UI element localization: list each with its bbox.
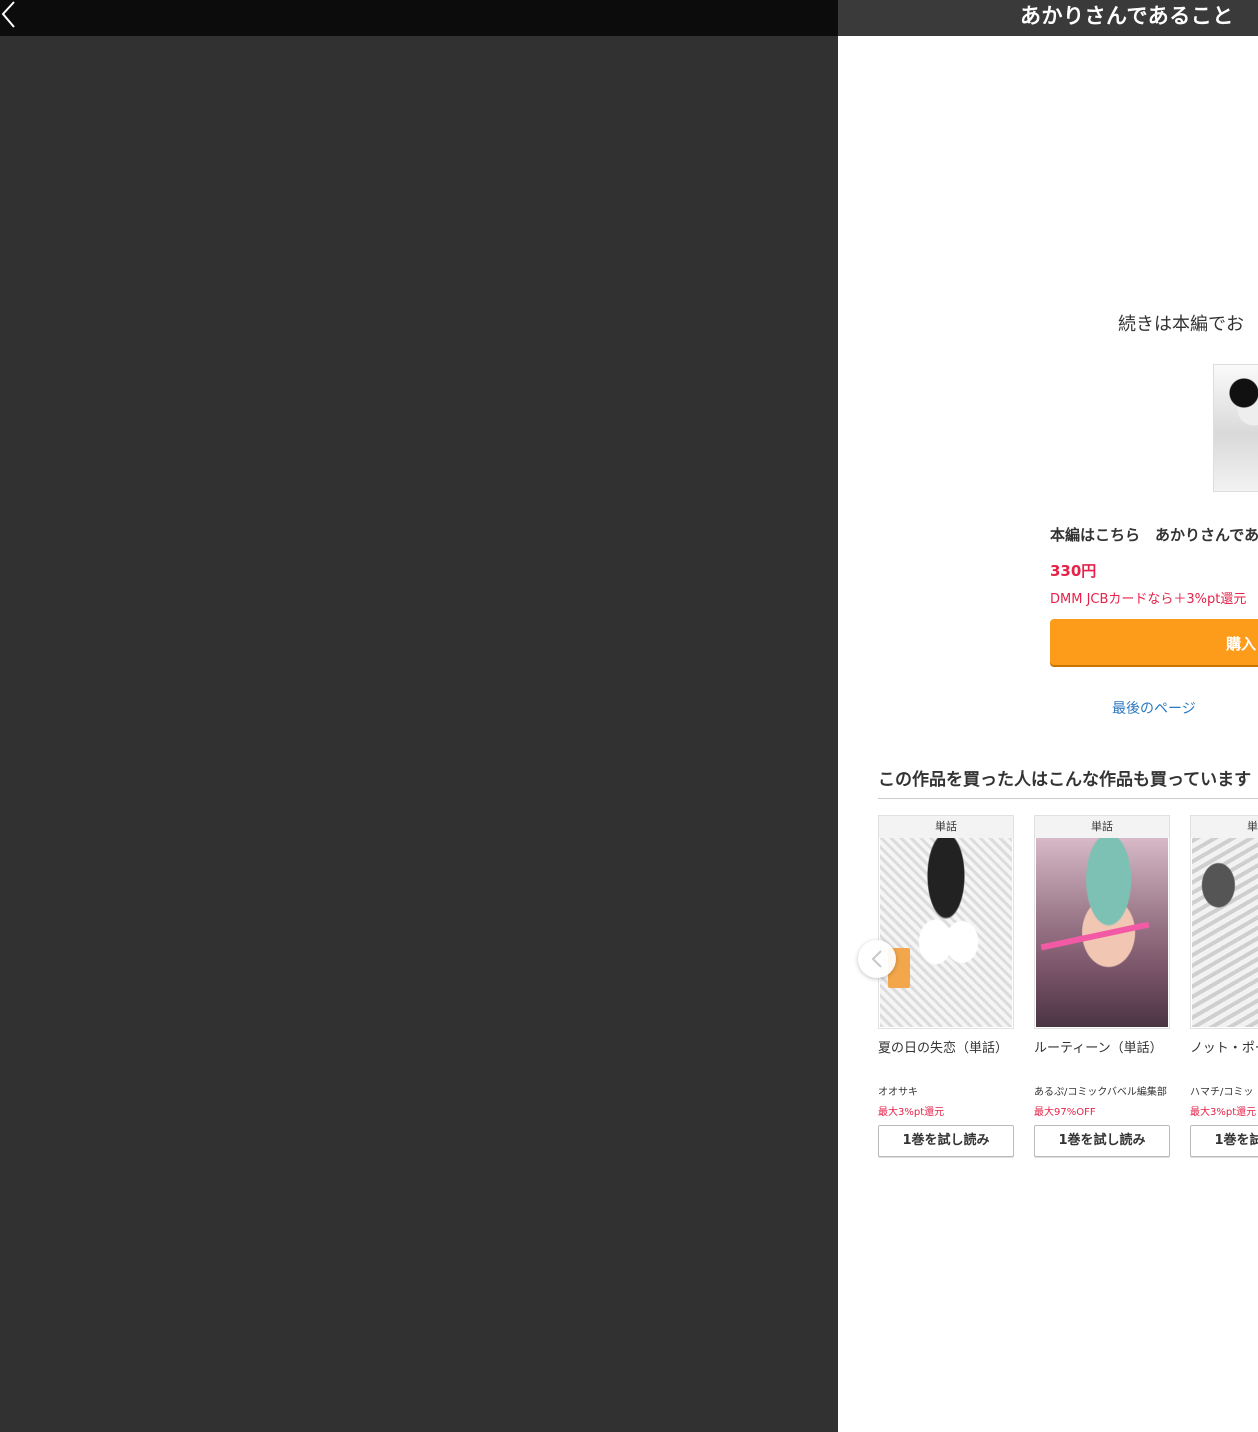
cover-art xyxy=(1036,838,1168,1027)
back-button[interactable] xyxy=(0,0,22,32)
trial-read-button[interactable]: 1巻を試し読み xyxy=(1190,1125,1258,1157)
book-title: あかりさんであること xyxy=(1020,4,1234,28)
end-of-preview-panel: あかりさんであること 続きは本編でお 本編はこちら あかりさんであ 330円 D… xyxy=(838,0,1258,1432)
chevron-left-icon xyxy=(871,950,882,968)
card-badge: 単話 xyxy=(1035,816,1169,838)
panel-header: あかりさんであること xyxy=(838,0,1258,36)
card-title[interactable]: ノット・ポーツ・ガー xyxy=(1190,1039,1258,1077)
main-edition-label[interactable]: 本編はこちら あかりさんであ xyxy=(1050,524,1258,545)
buy-button-label: 購入 xyxy=(1226,635,1257,653)
recommendation-card: 単話 ルーティーン（単話） あるぷ/コミックバベル編集部 最大97%OFF 1巻… xyxy=(1034,815,1170,1160)
card-offer: 最大97%OFF xyxy=(1034,1107,1096,1118)
point-reward-note: DMM JCBカードなら＋3%pt還元 xyxy=(1050,592,1247,607)
section-divider xyxy=(878,798,1258,799)
card-offer: 最大3%pt還元 xyxy=(878,1107,945,1118)
chevron-left-icon xyxy=(1,1,15,28)
price: 330円 xyxy=(1050,562,1097,580)
last-page-link[interactable]: 最後のページ xyxy=(1112,698,1196,718)
card-author: ハマチ/コミッ xyxy=(1190,1087,1254,1098)
viewer-toolbar xyxy=(0,0,838,36)
continue-message: 続きは本編でお xyxy=(1118,314,1244,335)
trial-read-button[interactable]: 1巻を試し読み xyxy=(878,1125,1014,1157)
card-author: あるぷ/コミックバベル編集部 xyxy=(1034,1087,1167,1098)
card-badge: 単話 xyxy=(879,816,1013,838)
card-cover[interactable]: 単話 xyxy=(1034,815,1170,1029)
buy-button[interactable]: 購入 xyxy=(1050,619,1258,665)
card-author: オオサキ xyxy=(878,1087,918,1098)
trial-read-button[interactable]: 1巻を試し読み xyxy=(1034,1125,1170,1157)
recommendation-section-title: この作品を買った人はこんな作品も買っています xyxy=(878,770,1252,790)
carousel-prev-button[interactable] xyxy=(858,940,896,978)
cover-art xyxy=(880,838,1012,1027)
cover-art xyxy=(1192,838,1258,1027)
card-offer: 最大3%pt還元 xyxy=(1190,1107,1257,1118)
recommendation-card: 単話 夏の日の失恋（単話） オオサキ 最大3%pt還元 1巻を試し読み xyxy=(878,815,1014,1160)
recommendation-card: 単話 ノット・ポーツ・ガー ハマチ/コミッ 最大3%pt還元 1巻を試し読み xyxy=(1190,815,1258,1160)
card-cover[interactable]: 単話 xyxy=(878,815,1014,1029)
card-cover[interactable]: 単話 xyxy=(1190,815,1258,1029)
book-cover-thumbnail[interactable] xyxy=(1213,364,1258,492)
card-badge: 単話 xyxy=(1191,816,1258,838)
card-title[interactable]: 夏の日の失恋（単話） xyxy=(878,1039,1014,1058)
card-title[interactable]: ルーティーン（単話） xyxy=(1034,1039,1170,1058)
